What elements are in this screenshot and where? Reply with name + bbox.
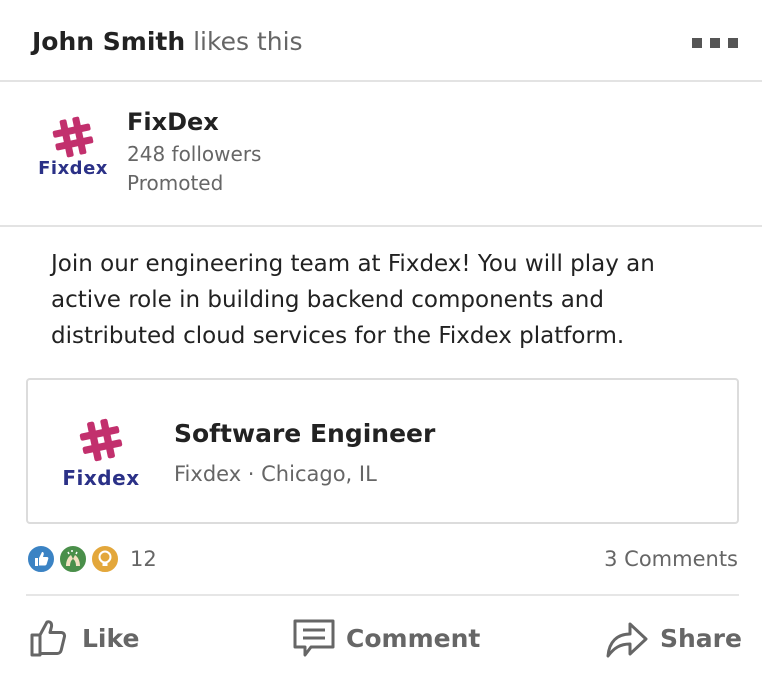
company-logo[interactable]: Fixdex bbox=[34, 116, 112, 186]
promoted-label: Promoted bbox=[127, 171, 224, 195]
company-logo-text: Fixdex bbox=[38, 158, 108, 179]
job-logo-text: Fixdex bbox=[62, 466, 140, 490]
more-horizontal-icon[interactable] bbox=[692, 38, 738, 48]
comment-icon bbox=[293, 619, 335, 657]
job-subtitle: Fixdex · Chicago, IL bbox=[174, 462, 377, 486]
share-button[interactable]: Share bbox=[604, 612, 742, 664]
share-label: Share bbox=[660, 623, 742, 653]
reaction-count: 12 bbox=[130, 547, 157, 571]
divider bbox=[26, 594, 739, 596]
feed-header: John Smith likes this bbox=[0, 0, 762, 82]
job-card[interactable]: Fixdex Software Engineer Fixdex · Chicag… bbox=[26, 378, 739, 524]
hashtag-logo-icon bbox=[79, 418, 123, 462]
actor-action: likes this bbox=[185, 27, 303, 56]
actor-name[interactable]: John Smith bbox=[32, 27, 185, 56]
hashtag-logo-icon bbox=[52, 116, 94, 158]
like-reaction-icon bbox=[26, 544, 56, 574]
thumbs-up-icon bbox=[30, 620, 67, 657]
post-text: Join our engineering team at Fixdex! You… bbox=[51, 251, 655, 349]
comments-count[interactable]: 3 Comments bbox=[604, 547, 738, 571]
company-block: Fixdex FixDex 248 followers Promoted bbox=[0, 84, 762, 227]
job-title[interactable]: Software Engineer bbox=[174, 419, 435, 448]
share-arrow-icon bbox=[606, 622, 648, 658]
company-followers: 248 followers bbox=[127, 142, 262, 166]
job-logo: Fixdex bbox=[58, 418, 144, 492]
comment-button[interactable]: Comment bbox=[292, 612, 480, 664]
company-name[interactable]: FixDex bbox=[127, 108, 219, 136]
insightful-reaction-icon bbox=[90, 544, 120, 574]
like-label: Like bbox=[82, 623, 140, 653]
like-button[interactable]: Like bbox=[26, 612, 139, 664]
celebrate-reaction-icon bbox=[58, 544, 88, 574]
comment-label: Comment bbox=[346, 623, 481, 653]
header-text: John Smith likes this bbox=[32, 26, 303, 58]
